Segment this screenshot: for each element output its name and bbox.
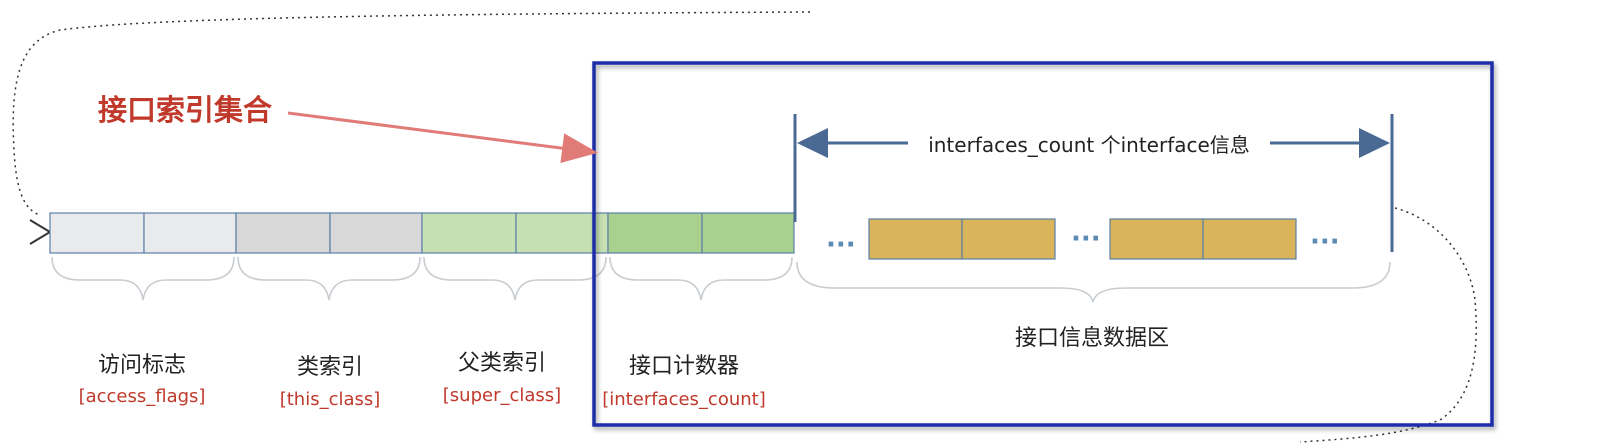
ellipsis-3: ··· — [1310, 227, 1340, 257]
field-label-super-class-cn: 父类索引 — [458, 351, 546, 376]
cell-this-class-1 — [235, 212, 331, 254]
range-label: interfaces_count 个interface信息 — [928, 133, 1250, 157]
field-label-interfaces-count-en: [interfaces_count] — [602, 389, 766, 410]
field-label-access-flags-cn: 访问标志 — [98, 353, 186, 378]
field-label-access-flags-en: [access_flags] — [79, 386, 206, 407]
cell-access-flags-2 — [143, 212, 237, 254]
field-cells — [49, 212, 795, 254]
arrow-right-icon — [1359, 128, 1390, 158]
cell-interfaces-count-1 — [607, 212, 703, 254]
diagram-svg: ··· ··· ··· interfaces_count 个interface信… — [12, 11, 1494, 443]
braces — [51, 256, 1391, 303]
brace-interface-data — [796, 261, 1391, 303]
brace-super-class — [423, 256, 607, 301]
data-area-label: 接口信息数据区 — [1015, 326, 1169, 351]
interface-cell-2a — [1109, 218, 1204, 260]
brace-access-flags — [51, 256, 235, 301]
chevron-right-icon — [29, 219, 52, 245]
field-label-this-class-cn: 类索引 — [297, 355, 363, 380]
field-label-this-class-en: [this_class] — [280, 389, 381, 410]
arrow-left-icon — [797, 128, 828, 158]
diagram-canvas: ··· ··· ··· interfaces_count 个interface信… — [0, 0, 1614, 444]
ellipsis-1: ··· — [826, 230, 856, 260]
cell-access-flags-1 — [49, 212, 145, 254]
brace-this-class — [237, 256, 421, 301]
field-label-super-class-en: [super_class] — [443, 385, 561, 406]
interface-cell-2b — [1202, 218, 1297, 260]
cell-interfaces-count-2 — [701, 212, 795, 254]
field-label-interfaces-count-cn: 接口计数器 — [629, 354, 739, 379]
callout-arrow — [287, 111, 598, 164]
interface-cell-1b — [961, 218, 1056, 260]
callout-title: 接口索引集合 — [98, 93, 272, 127]
cell-this-class-2 — [329, 212, 423, 254]
brace-interfaces-count — [609, 256, 793, 301]
interface-cell-1a — [868, 218, 963, 260]
cell-super-class-1 — [421, 212, 517, 254]
ellipsis-2: ··· — [1071, 224, 1101, 254]
